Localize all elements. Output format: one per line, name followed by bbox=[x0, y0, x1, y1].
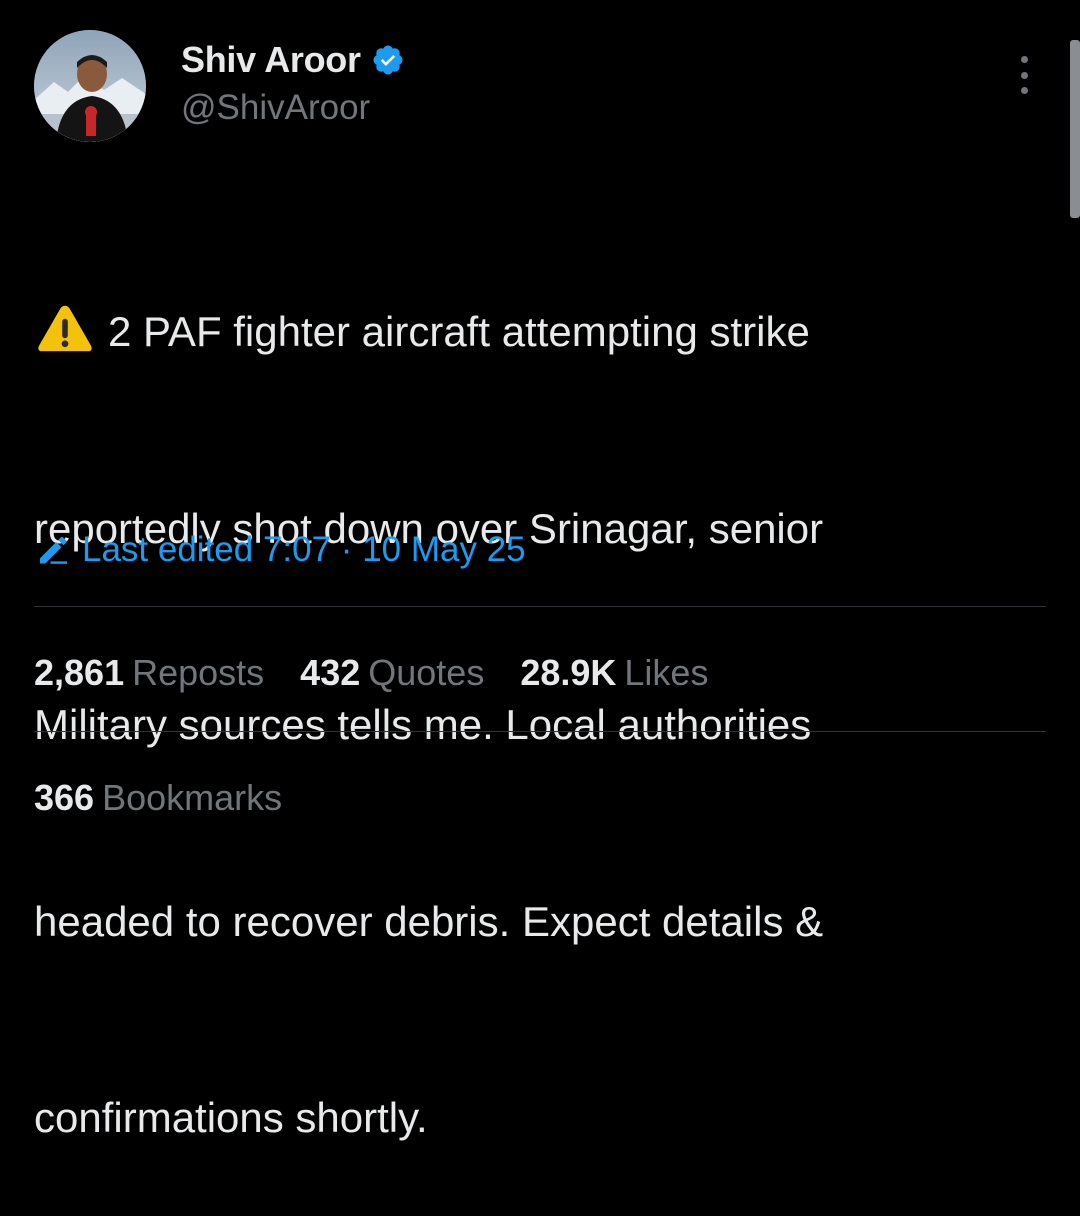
author-display-name[interactable]: Shiv Aroor bbox=[181, 39, 361, 81]
dot bbox=[1020, 71, 1028, 79]
edit-history-link[interactable]: Last edited 7:07 · 10 May 25 bbox=[34, 526, 526, 574]
divider bbox=[34, 606, 1046, 607]
tweet-line-3: Military sources tells me. Local authori… bbox=[34, 701, 812, 748]
tweet-line-1: 2 PAF fighter aircraft attempting strike bbox=[34, 299, 1044, 365]
tweet-line-5: confirmations shortly. bbox=[34, 1094, 428, 1141]
dot bbox=[1020, 56, 1028, 63]
bookmarks-stat[interactable]: 366 Bookmarks bbox=[34, 773, 282, 823]
pencil-icon bbox=[40, 536, 67, 564]
likes-count: 28.9K bbox=[520, 652, 617, 693]
engagement-stats: 2,861 Reposts 432 Quotes 28.9K Likes bbox=[34, 648, 744, 698]
dot bbox=[1020, 87, 1028, 94]
tweet-line-4: headed to recover debris. Expect details… bbox=[34, 897, 824, 945]
author-name-row[interactable]: Shiv Aroor bbox=[181, 38, 405, 82]
tweet-line-text: 2 PAF fighter aircraft attempting strike bbox=[108, 308, 810, 355]
quotes-stat[interactable]: 432 Quotes bbox=[300, 652, 484, 694]
quotes-label: Quotes bbox=[368, 652, 485, 693]
likes-stat[interactable]: 28.9K Likes bbox=[520, 652, 708, 694]
avatar-photo bbox=[34, 30, 146, 142]
reposts-label: Reposts bbox=[132, 652, 265, 693]
verified-badge-icon[interactable] bbox=[371, 43, 405, 77]
bookmarks-label: Bookmarks bbox=[102, 777, 283, 818]
likes-label: Likes bbox=[624, 652, 709, 693]
more-options-icon[interactable] bbox=[1004, 52, 1044, 98]
divider bbox=[34, 731, 1046, 732]
quotes-count: 432 bbox=[300, 652, 361, 693]
avatar[interactable] bbox=[34, 30, 146, 142]
reposts-stat[interactable]: 2,861 Reposts bbox=[34, 652, 264, 694]
bookmarks-count: 366 bbox=[34, 777, 95, 818]
warning-icon bbox=[38, 305, 92, 352]
edited-label[interactable]: Last edited 7:07 · 10 May 25 bbox=[82, 530, 526, 570]
author-handle[interactable]: @ShivAroor bbox=[181, 88, 370, 128]
scrollbar[interactable] bbox=[1070, 40, 1080, 218]
reposts-count: 2,861 bbox=[34, 652, 125, 693]
